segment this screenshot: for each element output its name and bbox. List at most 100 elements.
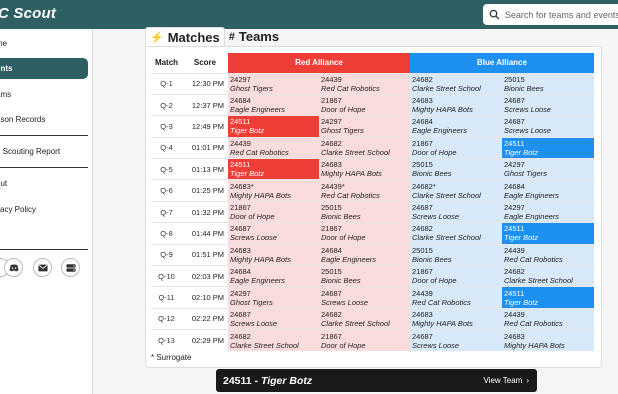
sidebar-item-extra[interactable]: l [0, 224, 88, 245]
red-team-cell[interactable]: 24511 Tiger Botz [228, 115, 319, 138]
search-icon [489, 9, 500, 20]
search-input[interactable] [504, 9, 618, 20]
red-team-cell[interactable]: 24682 Clarke Street School [228, 329, 319, 352]
email-button[interactable] [33, 258, 52, 277]
red-team-cell[interactable]: 24684 Eagle Engineers [228, 265, 319, 287]
red-team-cell[interactable]: 25015 Bionic Bees [319, 200, 410, 223]
match-number: Q-11 [151, 286, 182, 309]
red-team-cell[interactable]: 24687 Screws Loose [228, 307, 319, 330]
blue-team-cell[interactable]: 24511 Tiger Botz [502, 136, 594, 159]
red-team-cell[interactable]: 24511 Tiger Botz [228, 158, 319, 180]
red-team-cell[interactable]: 24682 Clarke Street School [319, 307, 410, 330]
team-name: Eagle Engineers [230, 105, 286, 115]
team-number: 21867 [412, 267, 433, 277]
red-team-cell[interactable]: 24683 Mighty HAPA Bots [319, 158, 410, 180]
red-team-cell[interactable]: 24439 Red Cat Robotics [228, 136, 319, 159]
table-row[interactable]: Q-7 01:32 PM 21867 Door of Hope 25015 Bionic … [151, 200, 594, 223]
red-team-cell[interactable]: 21867 Door of Hope [228, 200, 319, 223]
blue-team-cell[interactable]: 24682 Clarke Street School [410, 72, 502, 95]
sidebar-item-season-records[interactable]: ason Records [0, 109, 88, 130]
sidebar-item-privacy-policy[interactable]: vacy Policy [0, 199, 88, 220]
team-name: Screws Loose [504, 126, 552, 136]
table-row[interactable]: Q-2 12:37 PM 24684 Eagle Engineers 21867 Door… [151, 93, 594, 116]
blue-team-cell[interactable]: 24511 Tiger Botz [502, 286, 594, 309]
sidebar-item-home[interactable]: me [0, 33, 88, 54]
team-name: Bionic Bees [412, 254, 452, 264]
blue-team-cell[interactable]: 24684 Eagle Engineers [410, 115, 502, 138]
blue-team-cell[interactable]: 24511 Tiger Botz [502, 222, 594, 245]
blue-team-cell[interactable]: 24439 Red Cat Robotics [502, 307, 594, 330]
table-row[interactable]: Q-1 12:30 PM 24297 Ghost Tigers 24439 Red Cat… [151, 72, 594, 95]
blue-team-cell[interactable]: 24683 Mighty HAPA Bots [502, 329, 594, 352]
team-name: Clarke Street School [412, 83, 481, 93]
blue-team-cell[interactable]: 24687 Screws Loose [410, 329, 502, 352]
red-team-cell[interactable]: 24439* Red Cat Robotics [319, 179, 410, 202]
team-name: Mighty HAPA Bots [412, 105, 473, 115]
table-row[interactable]: Q-6 01:25 PM 24683* Mighty HAPA Bots 24439* R… [151, 179, 594, 202]
red-team-cell[interactable]: 21867 Door of Hope [319, 329, 410, 352]
team-name: Clarke Street School [504, 276, 573, 286]
red-team-cell[interactable]: 25015 Bionic Bees [319, 265, 410, 287]
table-row[interactable]: Q-9 01:51 PM 24683 Mighty HAPA Bots 24684 Eag… [151, 243, 594, 266]
red-team-cell[interactable]: 24682 Clarke Street School [319, 136, 410, 159]
table-row[interactable]: Q-13 02:29 PM 24682 Clarke Street School 218… [151, 329, 594, 352]
app-title[interactable]: C Scout [0, 5, 56, 22]
red-team-cell[interactable]: 24687 Screws Loose [228, 222, 319, 245]
table-row[interactable]: Q-5 01:13 PM 24511 Tiger Botz 24683 Mighty HA… [151, 158, 594, 180]
red-team-cell[interactable]: 21867 Door of Hope [319, 93, 410, 116]
blue-team-cell[interactable]: 25015 Bionic Bees [410, 158, 502, 180]
blue-team-cell[interactable]: 24687 Screws Loose [410, 200, 502, 223]
search-box[interactable] [483, 4, 618, 25]
team-name: Clarke Street School [412, 190, 481, 200]
red-team-cell[interactable]: 24684 Eagle Engineers [228, 93, 319, 116]
server-button[interactable] [61, 258, 80, 277]
red-team-cell[interactable]: 24683 Mighty HAPA Bots [228, 243, 319, 266]
selected-team-bar[interactable]: 24511 - Tiger Botz View Team › [216, 369, 537, 392]
tab-bar: ⚡ Matches # Teams [145, 27, 283, 47]
blue-team-cell[interactable]: 24682 Clarke Street School [410, 222, 502, 245]
sidebar-item-scouting-report[interactable]: e Scouting Report [0, 141, 88, 162]
red-team-cell[interactable]: 24439 Red Cat Robotics [319, 72, 410, 95]
blue-team-cell[interactable]: 21867 Door of Hope [410, 265, 502, 287]
sidebar-item-events[interactable]: ents [0, 58, 88, 79]
blue-team-cell[interactable]: 24297 Eagle Engineers [502, 200, 594, 223]
tab-teams[interactable]: # Teams [225, 27, 283, 47]
red-team-cell[interactable]: 24297 Ghost Tigers [319, 115, 410, 138]
red-team-cell[interactable]: 24297 Ghost Tigers [228, 286, 319, 309]
sidebar-item-teams[interactable]: ams [0, 84, 88, 105]
table-row[interactable]: Q-12 02:22 PM 24687 Screws Loose 24682 Clarke… [151, 307, 594, 330]
red-team-cell[interactable]: 24297 Ghost Tigers [228, 72, 319, 95]
blue-team-cell[interactable]: 24684 Eagle Engineers [502, 179, 594, 202]
table-row[interactable]: Q-4 01:01 PM 24439 Red Cat Robotics 24682 Cla… [151, 136, 594, 159]
blue-team-cell[interactable]: 24687 Screws Loose [502, 115, 594, 138]
table-row[interactable]: Q-10 02:03 PM 24684 Eagle Engineers 25015 Bio… [151, 265, 594, 287]
table-row[interactable]: Q-3 12:49 PM 24511 Tiger Botz 24297 Ghost Tig… [151, 115, 594, 138]
table-row[interactable]: Q-11 02:10 PM 24297 Ghost Tigers 24687 Screws… [151, 286, 594, 309]
blue-team-cell[interactable]: 24683 Mighty HAPA Bots [410, 93, 502, 116]
red-team-cell[interactable]: 24687 Screws Loose [319, 286, 410, 309]
blue-team-cell[interactable]: 24687 Screws Loose [502, 93, 594, 116]
view-team-link[interactable]: View Team › [483, 376, 529, 385]
discord-button[interactable] [4, 258, 23, 277]
blue-team-cell[interactable]: 24439 Red Cat Robotics [410, 286, 502, 309]
tab-matches[interactable]: ⚡ Matches [145, 27, 225, 47]
blue-team-cell[interactable]: 25015 Bionic Bees [410, 243, 502, 266]
sidebar-divider [0, 249, 88, 250]
blue-team-cell[interactable]: 24682* Clarke Street School [410, 179, 502, 202]
team-number: 24683 [321, 160, 342, 170]
team-number: 24511 [504, 138, 525, 148]
red-team-cell[interactable]: 24684 Eagle Engineers [319, 243, 410, 266]
table-row[interactable]: Q-8 01:44 PM 24687 Screws Loose 21867 Door of… [151, 222, 594, 245]
team-name: Door of Hope [321, 340, 366, 350]
red-team-cell[interactable]: 24683* Mighty HAPA Bots [228, 179, 319, 202]
blue-team-cell[interactable]: 21867 Door of Hope [410, 136, 502, 159]
chevron-right-icon: › [526, 376, 529, 385]
team-number: 24684 [412, 117, 433, 127]
red-team-cell[interactable]: 21867 Door of Hope [319, 222, 410, 245]
blue-team-cell[interactable]: 24683 Mighty HAPA Bots [410, 307, 502, 330]
blue-team-cell[interactable]: 24297 Ghost Tigers [502, 158, 594, 180]
blue-team-cell[interactable]: 24439 Red Cat Robotics [502, 243, 594, 266]
sidebar-item-about[interactable]: out [0, 173, 88, 194]
blue-team-cell[interactable]: 24682 Clarke Street School [502, 265, 594, 287]
blue-team-cell[interactable]: 25015 Bionic Bees [502, 72, 594, 95]
